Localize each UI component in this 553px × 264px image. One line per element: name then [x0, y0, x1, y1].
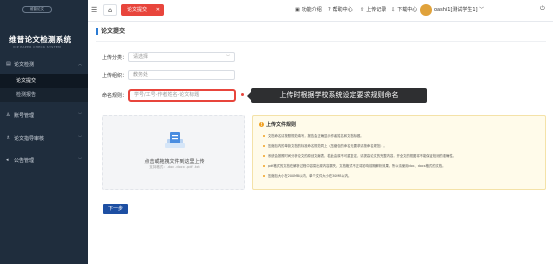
rule-item: 文档命名请按照规范填写，报告会正确显示作者姓名和文档标题。 [263, 133, 364, 138]
megaphone-icon: ◂ [6, 157, 9, 163]
required-dot [241, 93, 244, 96]
rule-item: 压缩包内的单篇文档的标准命名规范同上（压缩包的命名无要求请按命名规范）。 [263, 143, 387, 148]
power-icon[interactable]: ⏻ [540, 5, 545, 13]
user-menu[interactable]: oashi1[测试学生1] ﹀ [434, 6, 484, 13]
upload-text: 点击或拖拽文件到这里上传 [144, 159, 205, 165]
document-icon: ▤ [6, 61, 11, 67]
upload-icon: ⇪ [360, 7, 365, 13]
app-title: 维普论文检测系统 [9, 35, 72, 44]
sidebar-item-paper-submit[interactable]: 论文提交 [0, 74, 88, 88]
org-field[interactable]: 教务处 [128, 70, 235, 80]
upload-dropzone[interactable]: 点击或拖拽文件到这里上传 支持格式：.doc .docx .pdf .txt [102, 115, 245, 190]
nav-group-guidance[interactable]: ♗ 论文指导审核 ﹀ [0, 130, 88, 146]
home-icon[interactable]: ⌂ [103, 4, 117, 16]
rules-title: ! 上传文件规则 [259, 122, 297, 128]
warning-icon: ! [259, 122, 264, 127]
help-center-link[interactable]: ? 帮助中心 [328, 6, 353, 13]
download-icon: ⇩ [391, 7, 396, 13]
sidebar-item-check-report[interactable]: 检测报告 [0, 88, 88, 102]
chevron-down-icon: ﹀ [78, 135, 82, 140]
chevron-down-icon: ﹀ [78, 112, 82, 117]
naming-tooltip: 上传时根据学校系统设定要求规则命名 [247, 88, 427, 103]
user-icon: ♙ [6, 112, 11, 118]
upload-file-icon [165, 132, 185, 148]
naming-rule-field[interactable]: 学号/工号-作者姓名-论文标题 [128, 89, 236, 102]
naming-rule-label: 命名规则： [102, 93, 128, 99]
nav-group-paper-check[interactable]: ▤ 论文检测 ︿ [0, 56, 88, 72]
chevron-down-icon: ﹀ [479, 7, 485, 13]
upload-records-link[interactable]: ⇪ 上传记录 [360, 6, 386, 13]
category-select[interactable]: 请选择 ﹀ [128, 52, 235, 62]
nav-group-account[interactable]: ♙ 账号管理 ﹀ [0, 107, 88, 123]
chevron-down-icon: ﹀ [78, 157, 82, 162]
download-center-link[interactable]: ⇩ 下载中心 [391, 6, 417, 13]
nav-group-label: 账号管理 [14, 112, 35, 119]
nav-group-label: 论文检测 [14, 61, 35, 68]
next-step-button[interactable]: 下一步 [103, 204, 128, 214]
rule-item: 系统会按照时间分析论文的原创文献表，若此由原不可重复定，请提高论文的完整内容，开… [263, 153, 456, 158]
menu-icon[interactable]: ☰ [91, 6, 97, 14]
category-label: 上传分类： [102, 55, 128, 61]
nav-group-notice[interactable]: ◂ 公告管理 ﹀ [0, 152, 88, 168]
logo-badge: 维普论文 [22, 6, 52, 13]
rule-item: pdf格式的文档在解析过程中容易出现内容漏失，文档格式不正将影响前期解析效果，所… [263, 163, 445, 168]
book-icon: ▣ [295, 7, 300, 13]
feature-intro-link[interactable]: ▣ 功能介绍 [295, 6, 322, 13]
chevron-up-icon: ︿ [78, 61, 82, 66]
chevron-down-icon: ﹀ [226, 54, 230, 59]
graduation-cap-icon: ♗ [6, 135, 11, 141]
upload-hint: 支持格式：.doc .docx .pdf .txt [149, 165, 200, 169]
rule-item: 压缩包大小在200MB以内，单个文件大小在30MB以内。 [263, 173, 351, 178]
help-icon: ? [328, 7, 331, 13]
app-subtitle: VIP PAPER CHECK SYSTEM [13, 45, 62, 49]
nav-group-label: 公告管理 [14, 157, 35, 164]
sidebar: 维普论文 维普论文检测系统 VIP PAPER CHECK SYSTEM ▤ 论… [0, 0, 88, 264]
avatar[interactable] [420, 4, 432, 16]
topbar: ☰ ⌂ 论文提交 ✕ ▣ 功能介绍 ? 帮助中心 ⇪ 上传记录 ⇩ 下载中心 oashi… [88, 0, 553, 22]
main-card: 论文提交 上传分类： 请选择 ﹀ 上传组织： 教务处 命名规则： 学号/工号-作… [88, 22, 553, 264]
tab-label: 论文提交 [127, 7, 148, 13]
divider [96, 41, 546, 42]
upload-rules-panel: ! 上传文件规则 文档命名请按照规范填写，报告会正确显示作者姓名和文档标题。 压缩… [252, 115, 546, 190]
close-icon[interactable]: ✕ [156, 4, 160, 16]
nav-group-label: 论文指导审核 [14, 135, 45, 142]
tab-paper-submit[interactable]: 论文提交 ✕ [121, 4, 164, 16]
org-label: 上传组织： [102, 73, 128, 79]
page-title: 论文提交 [96, 28, 125, 35]
